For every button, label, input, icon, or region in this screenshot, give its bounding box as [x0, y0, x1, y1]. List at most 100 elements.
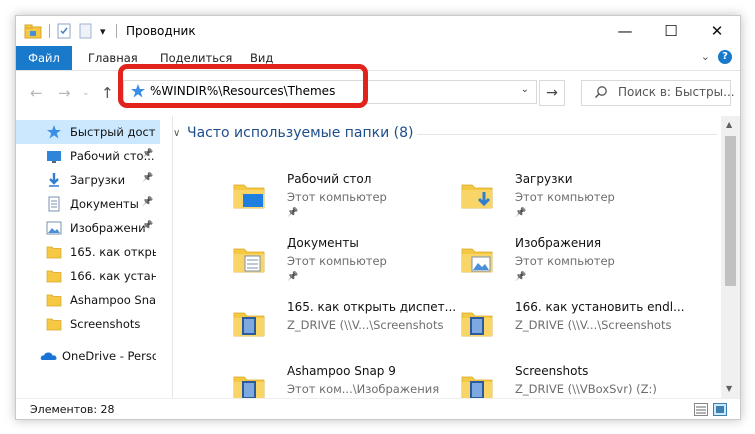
- folder-tile[interactable]: Документы Этот компьютер 📌: [221, 234, 441, 296]
- address-dropdown-icon[interactable]: ⌄: [521, 84, 529, 95]
- tile-location: Этот компьютер: [515, 190, 615, 204]
- folder-app-icon[interactable]: [24, 23, 42, 39]
- collapse-group-icon[interactable]: ∨: [173, 128, 180, 139]
- tab-home[interactable]: Главная: [88, 51, 138, 65]
- folder-tile[interactable]: Screenshots Z_DRIVE (\\VBoxSvr) (Z:): [449, 362, 669, 398]
- scroll-down-icon[interactable]: ▼: [726, 384, 732, 393]
- pin-icon: 📌: [142, 197, 154, 207]
- sidebar-item-label: 165. как открыть: [70, 245, 156, 259]
- pin-icon: 📌: [142, 221, 154, 231]
- vertical-scrollbar[interactable]: ▲ ▼: [721, 116, 740, 398]
- onedrive-icon: [40, 348, 57, 364]
- sidebar-item[interactable]: 165. как открыть: [16, 240, 160, 264]
- minimize-button[interactable]: —: [602, 16, 648, 46]
- details-view-icon[interactable]: [694, 403, 708, 416]
- search-box[interactable]: Поиск в: Быстры...: [581, 80, 735, 106]
- folder-tile[interactable]: Рабочий стол Этот компьютер 📌: [221, 170, 441, 232]
- document-icon: [46, 196, 62, 212]
- desktop-folder-icon: [231, 176, 267, 212]
- tile-location: Z_DRIVE (\\VBoxSvr) (Z:): [515, 382, 657, 396]
- sidebar-item-label: Screenshots: [70, 317, 141, 331]
- tile-location: Этот компьютер: [515, 254, 615, 268]
- up-button[interactable]: ↑: [101, 84, 114, 102]
- pictures-icon: [46, 220, 62, 236]
- scroll-thumb[interactable]: [725, 136, 736, 286]
- folder-icon: [231, 368, 267, 398]
- tile-name: Загрузки: [515, 172, 573, 186]
- folder-tile[interactable]: 166. как установить endl... Z_DRIVE (\\V.…: [449, 298, 685, 360]
- status-bar: Элементов: 28: [16, 398, 740, 419]
- folder-icon: [459, 304, 495, 340]
- tile-location: Этот ком...\Изображения: [287, 382, 440, 396]
- properties-icon[interactable]: [56, 23, 72, 39]
- sidebar-item[interactable]: Ashampoo Snap: [16, 288, 160, 312]
- folder-icon: [46, 268, 62, 284]
- item-count: Элементов: 28: [30, 403, 115, 416]
- forward-button[interactable]: →: [58, 84, 71, 102]
- sidebar-item[interactable]: OneDrive - Persor: [16, 344, 160, 368]
- explorer-window: ▾ Проводник — ☐ ✕ Файл Главная Поделитьс…: [15, 15, 741, 420]
- recent-locations-icon[interactable]: ⌄: [82, 88, 90, 98]
- title-bar: ▾ Проводник — ☐ ✕: [16, 16, 740, 46]
- folder-icon: [46, 244, 62, 260]
- sidebar-item[interactable]: Screenshots: [16, 312, 160, 336]
- back-button[interactable]: ←: [30, 84, 43, 102]
- sidebar-item-label: OneDrive - Persor: [62, 349, 156, 363]
- navigation-pane: Быстрый доступ Рабочий сто...📌Загрузки📌До…: [16, 116, 160, 398]
- sidebar-item[interactable]: 166. как установ: [16, 264, 160, 288]
- desktop-icon: [46, 148, 62, 164]
- tile-location: Z_DRIVE (\\V...\Screenshots: [515, 318, 672, 332]
- search-icon: [594, 85, 608, 102]
- documents-folder-icon: [231, 240, 267, 276]
- window-title: Проводник: [126, 24, 196, 38]
- folder-icon: [231, 304, 267, 340]
- folder-tile[interactable]: Ashampoo Snap 9 Этот ком...\Изображения: [221, 362, 441, 398]
- sidebar-item[interactable]: Рабочий сто... 📌: [16, 144, 160, 168]
- go-button[interactable]: →: [539, 80, 565, 106]
- folder-icon: [46, 292, 62, 308]
- pin-icon: 📌: [142, 173, 154, 183]
- new-folder-icon[interactable]: [78, 23, 94, 39]
- pin-icon: 📌: [142, 149, 154, 159]
- download-icon: [46, 172, 62, 188]
- sidebar-item[interactable]: Документы 📌: [16, 192, 160, 216]
- sidebar-item[interactable]: Загрузки 📌: [16, 168, 160, 192]
- pictures-folder-icon: [459, 240, 495, 276]
- group-title[interactable]: Часто используемые папки (8): [187, 125, 414, 141]
- sidebar-item-label: Ashampoo Snap: [70, 293, 156, 307]
- tile-location: Z_DRIVE (\\V...\Screenshots: [287, 318, 444, 332]
- maximize-button[interactable]: ☐: [648, 16, 694, 46]
- star-icon: [46, 124, 62, 140]
- folder-tile[interactable]: Загрузки Этот компьютер 📌: [449, 170, 669, 232]
- customize-quick-access-icon[interactable]: ▾: [100, 23, 106, 39]
- folder-tile[interactable]: 165. как открыть диспет... Z_DRIVE (\\V..…: [221, 298, 456, 360]
- large-icons-view-icon[interactable]: [713, 403, 727, 416]
- tab-view[interactable]: Вид: [250, 51, 273, 65]
- scroll-up-icon[interactable]: ▲: [726, 120, 732, 129]
- downloads-folder-icon: [459, 176, 495, 212]
- tile-name: 166. как установить endl...: [515, 300, 685, 314]
- tile-name: Изображения: [515, 236, 602, 250]
- tile-name: 165. как открыть диспет...: [287, 300, 457, 314]
- tile-location: Этот компьютер: [287, 254, 387, 268]
- tile-name: Документы: [287, 236, 359, 250]
- folder-tile[interactable]: Изображения Этот компьютер 📌: [449, 234, 669, 296]
- pin-icon: 📌: [287, 272, 299, 282]
- help-icon[interactable]: ?: [718, 50, 732, 64]
- group-divider: [417, 134, 717, 135]
- folder-icon: [459, 368, 495, 398]
- pin-icon: 📌: [287, 208, 299, 218]
- content-area: ∨ Часто используемые папки (8) Рабочий с…: [173, 116, 721, 398]
- sidebar-item[interactable]: Быстрый доступ: [16, 120, 160, 144]
- close-button[interactable]: ✕: [694, 16, 740, 46]
- sidebar-item-label: Быстрый доступ: [70, 125, 156, 139]
- tab-share[interactable]: Поделиться: [160, 51, 232, 65]
- tile-name: Screenshots: [515, 364, 589, 378]
- pin-icon: 📌: [515, 208, 527, 218]
- sidebar-item-label: 166. как установ: [70, 269, 156, 283]
- tab-file[interactable]: Файл: [16, 46, 72, 70]
- tile-name: Ashampoo Snap 9: [287, 364, 396, 378]
- pin-icon: 📌: [515, 272, 527, 282]
- expand-ribbon-icon[interactable]: ⌄: [701, 50, 710, 63]
- sidebar-item[interactable]: Изображени 📌: [16, 216, 160, 240]
